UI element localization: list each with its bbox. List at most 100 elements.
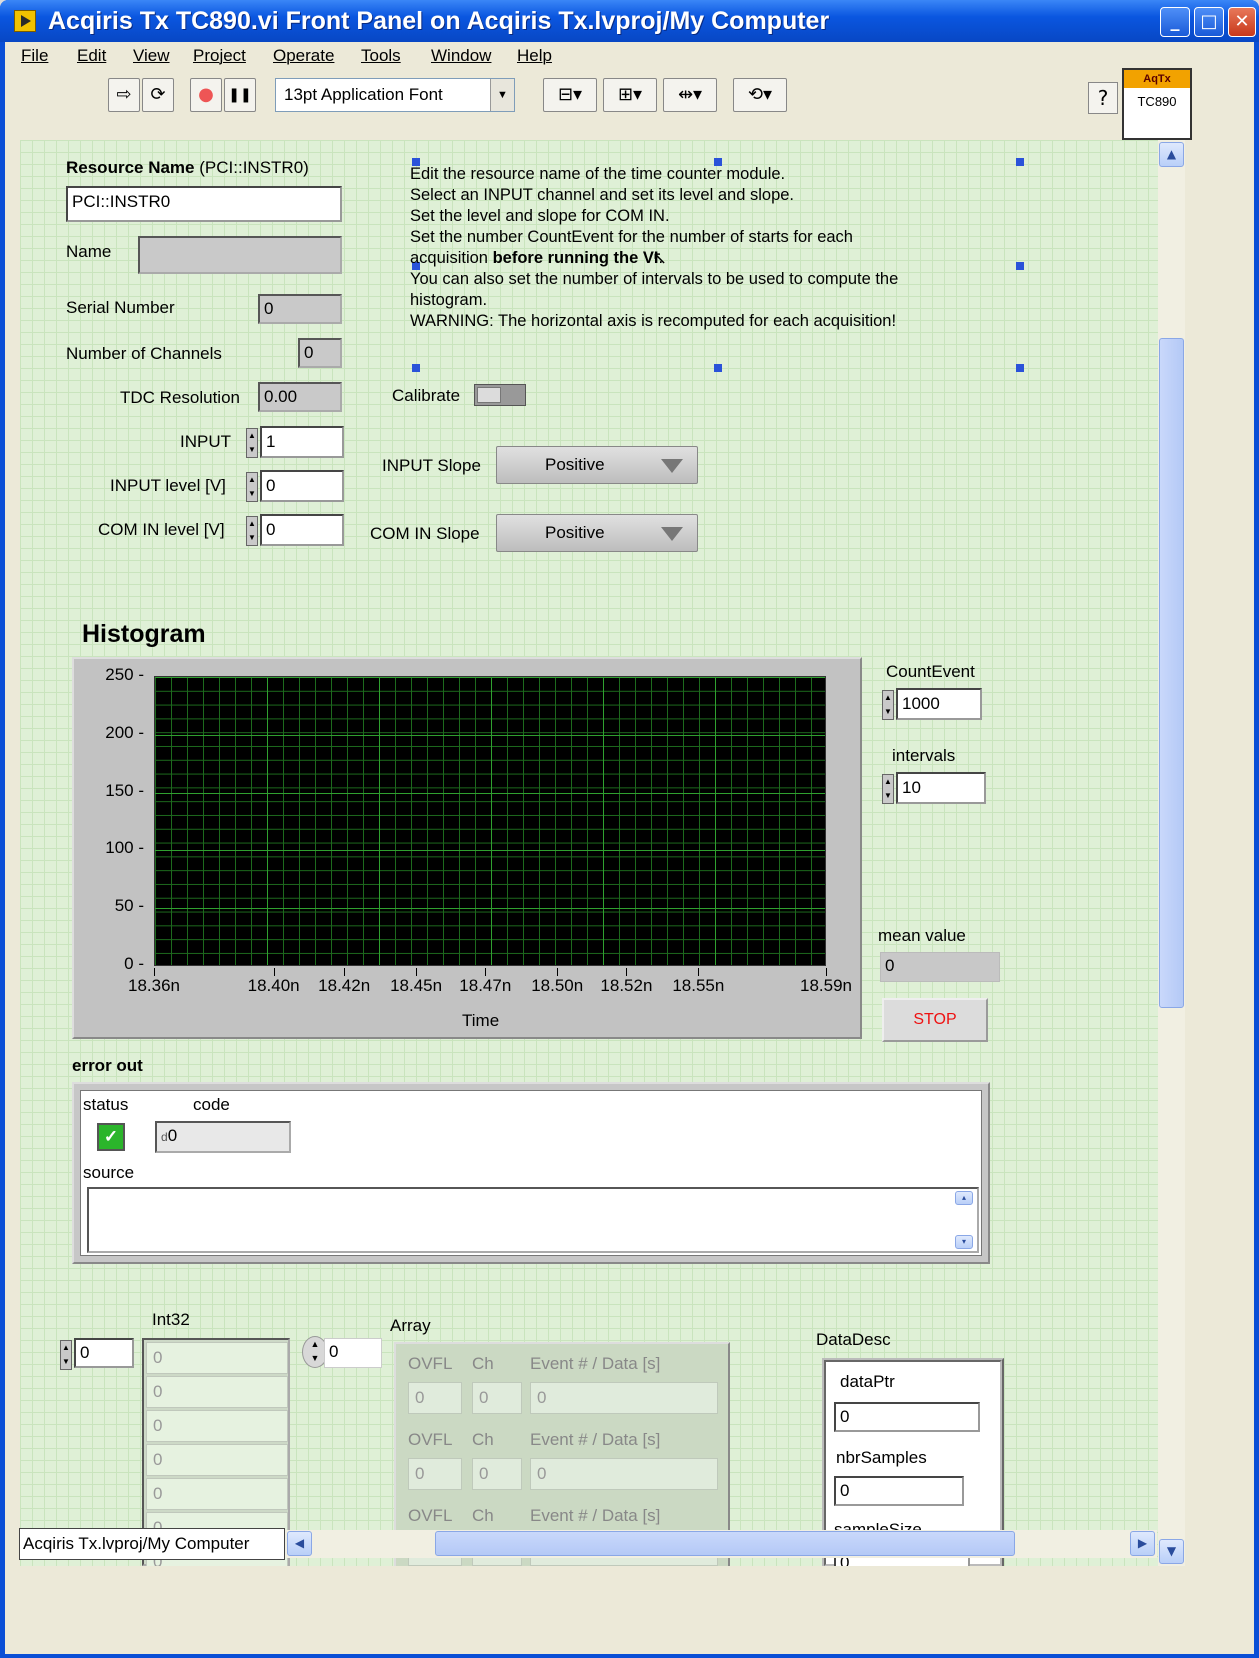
int32-element[interactable]: 0 [146, 1342, 288, 1374]
vi-icon-label: TC890 [1137, 94, 1177, 109]
input-stepper[interactable]: ▲ ▼ [246, 428, 258, 458]
nbrsamples-field[interactable]: 0 [834, 1476, 964, 1506]
reorder-button[interactable]: ⟲▾ [733, 78, 787, 112]
check-icon: ✓ [97, 1123, 125, 1151]
int32-label: Int32 [152, 1310, 190, 1329]
grid-line [155, 792, 825, 794]
menu-window[interactable]: Window [431, 46, 491, 66]
int32-element[interactable]: 0 [146, 1376, 288, 1408]
resize-objects-button[interactable]: ⇹▾ [663, 78, 717, 112]
toolbar: ⇨ ⟳ ● ❚❚ 13pt Application Font ▼ ⊟▾ ⊞▾ ⇹… [5, 70, 1115, 120]
com-in-slope-select[interactable]: Positive [496, 514, 698, 552]
run-continuously-button[interactable]: ⟳ [142, 78, 174, 112]
com-in-level-stepper[interactable]: ▲ ▼ [246, 516, 258, 546]
int32-index-stepper[interactable]: ▲ ▼ [60, 1340, 72, 1370]
scroll-up-icon[interactable]: ▲ [1159, 142, 1184, 167]
input-field[interactable]: 1 [260, 426, 344, 458]
menu-tools[interactable]: Tools [361, 46, 401, 66]
selection-handle[interactable] [412, 364, 420, 372]
selection-handle[interactable] [714, 364, 722, 372]
plot-area[interactable] [154, 676, 826, 966]
ch-field[interactable]: 0 [472, 1458, 522, 1490]
com-in-slope-value: Positive [545, 523, 605, 542]
int32-element[interactable]: 0 [146, 1444, 288, 1476]
x-tick-mark [273, 968, 275, 976]
menu-operate[interactable]: Operate [273, 46, 334, 66]
minimize-button[interactable]: _ [1160, 7, 1190, 37]
calibrate-label: Calibrate [392, 386, 461, 405]
distribute-objects-button[interactable]: ⊞▾ [603, 78, 657, 112]
chevron-down-icon[interactable]: ▼ [490, 79, 514, 111]
y-tick-label: 50 - [114, 896, 144, 916]
count-event-stepper[interactable]: ▲ ▼ [882, 690, 894, 720]
input-level-stepper[interactable]: ▲ ▼ [246, 472, 258, 502]
vertical-scrollbar[interactable]: ▲ ▼ [1158, 140, 1185, 1566]
selection-handle[interactable] [1016, 158, 1024, 166]
input-level-field[interactable]: 0 [260, 470, 344, 502]
dataptr-label: dataPtr [840, 1372, 895, 1391]
intervals-stepper[interactable]: ▲ ▼ [882, 774, 894, 804]
grid-line [491, 677, 492, 965]
source-indicator: ▴ ▾ [87, 1187, 979, 1253]
title-bar[interactable]: Acqiris Tx TC890.vi Front Panel on Acqir… [0, 0, 1259, 42]
stop-button[interactable]: STOP [882, 998, 988, 1042]
vi-connector-icon[interactable]: AqTx TC890 [1122, 68, 1192, 140]
menu-project[interactable]: Project [193, 46, 246, 66]
abort-button[interactable]: ● [190, 78, 222, 112]
menu-help[interactable]: Help [517, 46, 552, 66]
histogram-graph[interactable]: Time 250 - 200 - 150 - 100 - 50 - 0 - 18.36n 18… [72, 657, 862, 1039]
ch-field[interactable]: 0 [472, 1382, 522, 1414]
y-tick-label: 100 - [105, 838, 144, 858]
menu-view[interactable]: View [133, 46, 170, 66]
intervals-field[interactable]: 10 [896, 772, 986, 804]
scroll-down-icon[interactable]: ▼ [1159, 1539, 1184, 1564]
count-event-field[interactable]: 1000 [896, 688, 982, 720]
calibrate-toggle[interactable] [474, 384, 526, 406]
event-data-label: Event # / Data [s] [530, 1430, 661, 1449]
event-data-field[interactable]: 0 [530, 1382, 718, 1414]
y-tick-label: 200 - [105, 722, 144, 742]
dataptr-field[interactable]: 0 [834, 1402, 980, 1432]
ovfl-field[interactable]: 0 [408, 1382, 462, 1414]
event-data-label: Event # / Data [s] [530, 1354, 661, 1373]
resource-name-input[interactable]: PCI::INSTR0 [66, 186, 342, 222]
int32-element[interactable]: 0 [146, 1478, 288, 1510]
calibrate-toggle-knob [477, 387, 501, 403]
code-value: 0 [167, 1126, 178, 1145]
run-button[interactable]: ⇨ [108, 78, 140, 112]
labview-vi-icon[interactable] [14, 10, 36, 32]
vertical-scroll-thumb[interactable] [1159, 338, 1184, 1008]
align-objects-button[interactable]: ⊟▾ [543, 78, 597, 112]
array-index-field[interactable]: 0 [324, 1338, 382, 1368]
grid-line [603, 677, 604, 965]
selection-handle[interactable] [1016, 262, 1024, 270]
int32-element[interactable]: 0 [146, 1410, 288, 1442]
close-button[interactable]: ✕ [1228, 7, 1256, 37]
font-select[interactable]: 13pt Application Font ▼ [275, 78, 515, 112]
scroll-up-icon[interactable]: ▴ [955, 1191, 973, 1205]
horizontal-scrollbar[interactable]: ◀ ▶ [285, 1530, 1157, 1558]
reorder-icon: ⟲▾ [747, 84, 773, 105]
ovfl-field[interactable]: 0 [408, 1458, 462, 1490]
scroll-left-icon[interactable]: ◀ [287, 1531, 312, 1556]
input-slope-select[interactable]: Positive [496, 446, 698, 484]
event-data-field[interactable]: 0 [530, 1458, 718, 1490]
nbrsamples-label: nbrSamples [836, 1448, 927, 1467]
maximize-button[interactable]: □ [1194, 7, 1224, 37]
pause-button[interactable]: ❚❚ [224, 78, 256, 112]
number-of-channels-indicator: 0 [298, 338, 342, 368]
horizontal-scroll-thumb[interactable] [435, 1531, 1015, 1556]
scroll-down-icon[interactable]: ▾ [955, 1235, 973, 1249]
source-label: source [83, 1163, 135, 1182]
com-in-level-label: COM IN level [V] [98, 520, 225, 539]
scroll-right-icon[interactable]: ▶ [1130, 1531, 1155, 1556]
context-help-button[interactable]: ? [1088, 82, 1118, 114]
menu-edit[interactable]: Edit [77, 46, 106, 66]
int32-index-field[interactable]: 0 [74, 1338, 134, 1368]
menu-file[interactable]: File [21, 46, 48, 66]
com-in-level-field[interactable]: 0 [260, 514, 344, 546]
input-level-label: INPUT level [V] [110, 476, 226, 495]
selection-handle[interactable] [1016, 364, 1024, 372]
number-of-channels-label: Number of Channels [66, 344, 222, 363]
name-label: Name [66, 242, 112, 261]
